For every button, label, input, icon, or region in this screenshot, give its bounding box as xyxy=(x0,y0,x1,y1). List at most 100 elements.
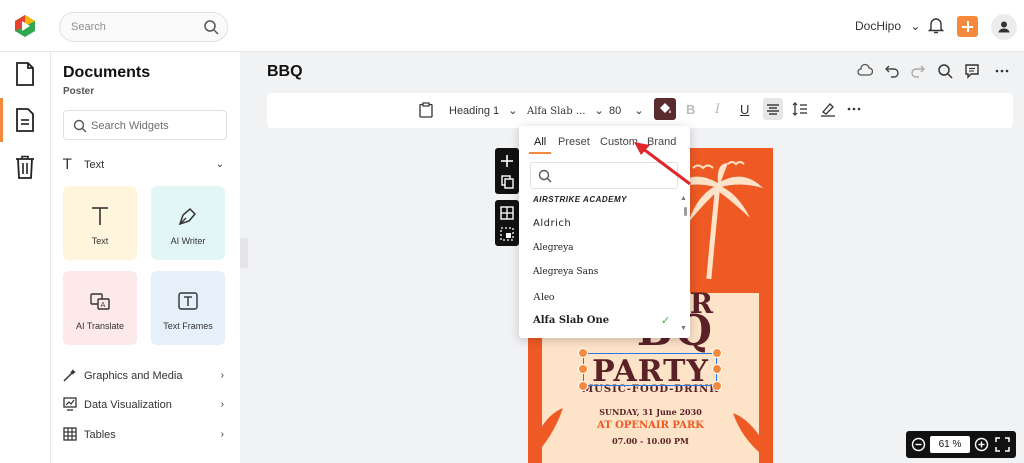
chart-monitor-icon xyxy=(63,397,77,411)
chevron-right-icon: › xyxy=(220,370,224,381)
underline-button[interactable]: U xyxy=(740,102,749,117)
chevron-down-icon: ⌄ xyxy=(634,105,644,117)
global-search[interactable]: Search xyxy=(59,12,228,42)
cloud-saved-icon[interactable] xyxy=(857,63,873,79)
leaf-right-icon xyxy=(733,413,773,463)
scroll-down-icon[interactable]: ▼ xyxy=(680,325,687,332)
search-icon[interactable] xyxy=(203,19,219,35)
font-option-selected[interactable]: Alfa Slab One xyxy=(533,315,609,326)
font-option[interactable]: Alegreya xyxy=(533,243,574,253)
section-label: Graphics and Media xyxy=(84,370,183,382)
text-style-value: Heading 1 xyxy=(449,105,500,117)
zoom-out-icon[interactable] xyxy=(911,437,926,452)
resize-handle[interactable] xyxy=(712,364,722,374)
tile-text[interactable]: Text xyxy=(63,186,137,260)
widget-search-placeholder: Search Widgets xyxy=(91,120,169,132)
resize-handle[interactable] xyxy=(712,348,722,358)
text-selection-box xyxy=(583,353,717,386)
font-option[interactable]: AIRSTRIKE ACADEMY xyxy=(533,195,627,204)
section-tables[interactable]: Tables › xyxy=(63,426,227,446)
chevron-right-icon: › xyxy=(220,429,224,440)
text-style-select[interactable]: Heading 1 ⌄ xyxy=(449,104,517,117)
top-bar: Search DocHipo ⌄ xyxy=(0,0,1024,52)
rail-widgets[interactable] xyxy=(0,98,51,142)
bell-icon[interactable] xyxy=(928,16,944,34)
magic-wand-icon xyxy=(63,369,76,382)
section-graphics-media[interactable]: Graphics and Media › xyxy=(63,367,227,387)
tile-ai-translate[interactable]: A AI Translate xyxy=(63,271,137,345)
tile-label: AI Writer xyxy=(170,236,206,246)
text-color-button[interactable] xyxy=(654,98,676,120)
font-option[interactable]: Alegreya Sans xyxy=(533,267,598,277)
dochipo-logo-icon[interactable] xyxy=(13,14,37,38)
section-data-visualization[interactable]: Data Visualization › xyxy=(63,396,227,416)
add-duplicate-tools xyxy=(495,148,519,194)
file-text-icon xyxy=(16,108,34,132)
zoom-control: 61 % xyxy=(906,431,1016,458)
tab-all[interactable]: All xyxy=(534,136,546,148)
fullscreen-icon[interactable] xyxy=(995,437,1010,452)
avatar[interactable] xyxy=(991,14,1017,40)
scroll-up-icon[interactable]: ▲ xyxy=(680,195,687,202)
zoom-value[interactable]: 61 % xyxy=(930,436,970,453)
resize-handle[interactable] xyxy=(712,381,722,391)
leaf-left-icon xyxy=(528,408,563,463)
text-t-icon: T xyxy=(63,157,72,173)
font-option[interactable]: Aleo xyxy=(533,291,554,303)
search-placeholder: Search xyxy=(71,21,106,33)
text-section-header[interactable]: T Text ⌄ xyxy=(63,156,227,176)
comment-icon[interactable] xyxy=(964,63,980,79)
font-size-value: 80 xyxy=(609,105,622,117)
font-option[interactable]: Aldrich xyxy=(533,218,571,229)
more-options-icon[interactable] xyxy=(846,103,862,115)
line-spacing-icon[interactable] xyxy=(792,101,808,117)
section-label: Tables xyxy=(84,429,116,441)
chevron-down-icon: ⌄ xyxy=(594,105,604,117)
resize-handle[interactable] xyxy=(578,381,588,391)
section-label: Data Visualization xyxy=(84,399,172,411)
highlighter-icon[interactable] xyxy=(820,101,836,117)
tile-text-frames[interactable]: Text Frames xyxy=(151,271,225,345)
italic-button[interactable]: I xyxy=(715,102,720,117)
account-name: DocHipo xyxy=(855,19,902,33)
chevron-down-icon: ⌄ xyxy=(215,159,224,170)
bold-button[interactable]: B xyxy=(686,102,695,117)
search-icon[interactable] xyxy=(937,63,953,79)
svg-text:A: A xyxy=(101,301,106,309)
clipboard-icon[interactable] xyxy=(419,102,433,118)
select-area-icon[interactable] xyxy=(495,223,519,245)
panel-collapse-handle[interactable] xyxy=(240,238,248,268)
more-options-icon[interactable] xyxy=(994,63,1010,79)
add-icon[interactable] xyxy=(495,150,519,172)
tab-preset[interactable]: Preset xyxy=(558,136,590,148)
widget-search-input[interactable]: Search Widgets xyxy=(63,110,227,140)
undo-icon[interactable] xyxy=(884,63,900,79)
panel-title: Documents xyxy=(63,64,151,81)
align-center-icon xyxy=(767,104,779,115)
chevron-down-icon: ⌄ xyxy=(508,105,518,117)
duplicate-icon[interactable] xyxy=(495,171,519,193)
font-list-scrollbar[interactable] xyxy=(684,207,687,216)
translate-icon: A xyxy=(90,293,110,310)
active-tab-indicator xyxy=(529,152,551,154)
zoom-in-icon[interactable] xyxy=(974,437,989,452)
resize-handle[interactable] xyxy=(578,348,588,358)
resize-handle[interactable] xyxy=(578,364,588,374)
text-icon xyxy=(92,207,108,225)
document-title[interactable]: BBQ xyxy=(267,63,303,81)
create-new-button[interactable] xyxy=(957,16,978,37)
chevron-down-icon: ⌄ xyxy=(910,19,921,33)
font-size-select[interactable]: 80 ⌄ xyxy=(609,104,644,117)
tile-ai-writer[interactable]: AI Writer xyxy=(151,186,225,260)
chevron-right-icon: › xyxy=(220,399,224,410)
rail-trash[interactable] xyxy=(0,145,51,189)
text-section-label: Text xyxy=(84,159,105,171)
rail-documents[interactable] xyxy=(0,52,51,96)
redo-icon[interactable] xyxy=(910,63,926,79)
align-center-button[interactable] xyxy=(763,98,783,120)
font-family-select[interactable]: Alfa Slab ... ⌄ xyxy=(527,104,604,117)
grid-icon[interactable] xyxy=(495,202,519,224)
account-menu[interactable]: DocHipo ⌄ xyxy=(855,19,920,33)
widgets-panel: Documents Poster Search Widgets T Text ⌄… xyxy=(51,52,240,463)
pen-nib-icon xyxy=(178,207,197,226)
